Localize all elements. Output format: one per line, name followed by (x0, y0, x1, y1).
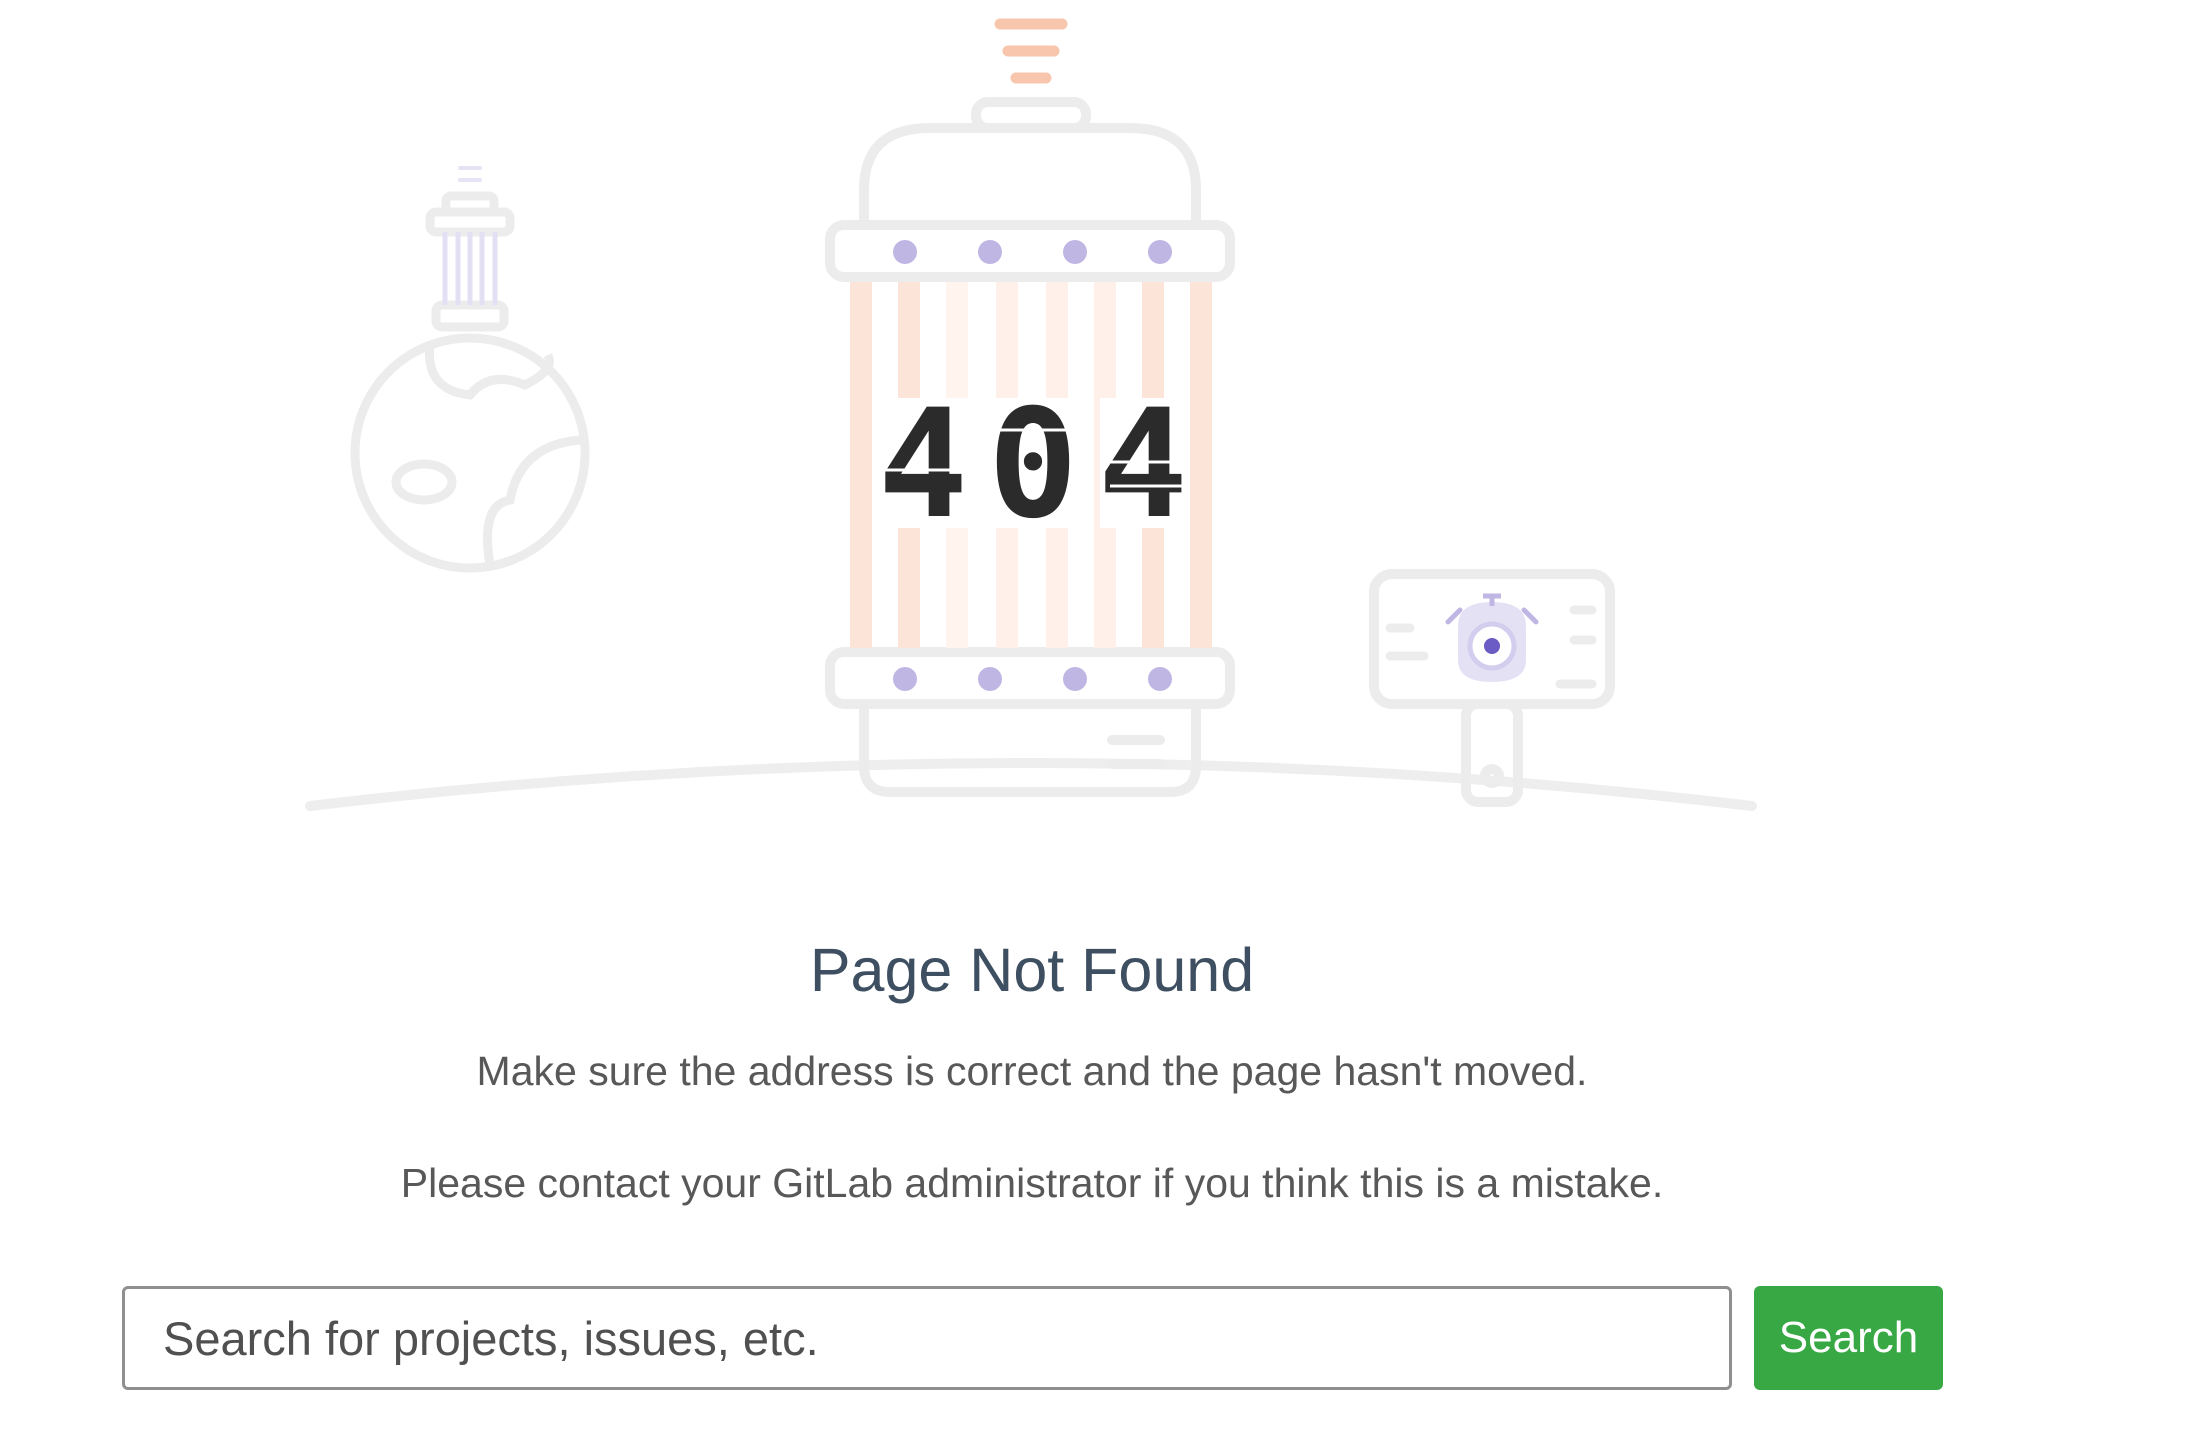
ground-arc (305, 758, 1757, 811)
page-title: Page Not Found (809, 936, 1255, 1004)
server-vents (1107, 735, 1165, 769)
digit-2: 0 (988, 378, 1078, 552)
camera-icon (1445, 593, 1539, 682)
planet-tower-bars (442, 232, 498, 305)
error-code-digits: 4 0 4 (878, 378, 1190, 552)
search-form: Search (122, 1286, 1943, 1390)
planet-signal-lines (458, 166, 482, 182)
signal-icon (994, 18, 1068, 84)
illustration-404: 4 0 4 (0, 0, 2192, 870)
search-button[interactable]: Search (1754, 1286, 1943, 1390)
digit-3: 4 (1098, 378, 1188, 552)
error-message-contact: Please contact your GitLab administrator… (400, 1160, 1664, 1206)
error-page: 4 0 4 Page Not Found Make sure the addre… (0, 0, 2192, 1432)
digit-1: 4 (878, 378, 968, 552)
error-message-address: Make sure the address is correct and the… (476, 1048, 1588, 1094)
search-input[interactable] (122, 1286, 1732, 1390)
illustration-svg: 4 0 4 (305, 18, 1757, 811)
